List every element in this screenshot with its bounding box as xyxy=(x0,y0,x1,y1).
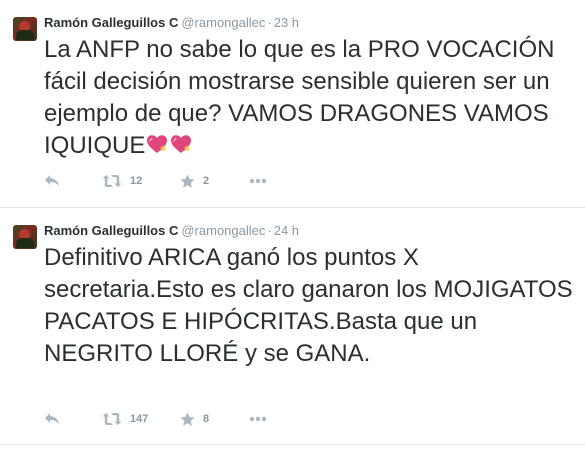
tweet-header: Ramón Galleguillos C @ramongallec · 23 h xyxy=(44,14,299,32)
retweet-count: 147 xyxy=(130,413,149,425)
tweet-header: Ramón Galleguillos C @ramongallec · 24 h xyxy=(44,222,299,240)
reply-button[interactable] xyxy=(44,410,61,428)
tweet-text-body: La ANFP no sabe lo que es la PRO VOCACIÓ… xyxy=(44,36,562,159)
retweet-icon xyxy=(102,413,122,425)
separator-dot: · xyxy=(267,223,272,238)
reply-button[interactable] xyxy=(44,172,61,190)
tweet-actions: 147 8 xyxy=(44,410,344,428)
sparkling-heart-icon xyxy=(147,135,168,153)
favorite-button[interactable]: 8 xyxy=(180,410,209,428)
avatar[interactable] xyxy=(13,17,37,41)
more-dots-icon xyxy=(249,178,267,184)
retweet-count: 12 xyxy=(130,175,143,187)
favorite-star-icon xyxy=(180,412,195,426)
favorite-count: 2 xyxy=(203,175,210,187)
retweet-button[interactable]: 12 xyxy=(102,172,142,190)
avatar[interactable] xyxy=(13,225,37,249)
timestamp[interactable]: 23 h xyxy=(274,15,299,30)
more-dots-icon xyxy=(249,416,267,422)
user-name[interactable]: Ramón Galleguillos C xyxy=(44,223,178,238)
favorite-star-icon xyxy=(180,174,195,188)
reply-icon xyxy=(45,175,59,187)
reply-icon xyxy=(45,413,59,425)
timestamp[interactable]: 24 h xyxy=(274,223,299,238)
tweet-divider xyxy=(0,444,585,445)
favorite-button[interactable]: 2 xyxy=(180,172,209,190)
tweet-actions: 12 2 xyxy=(44,172,344,190)
tweet-text: La ANFP no sabe lo que es la PRO VOCACIÓ… xyxy=(44,34,574,162)
retweet-button[interactable]: 147 xyxy=(102,410,148,428)
more-button[interactable] xyxy=(249,410,267,428)
more-button[interactable] xyxy=(249,172,267,190)
retweet-icon xyxy=(102,175,122,187)
tweet[interactable]: Ramón Galleguillos C @ramongallec · 23 h La… xyxy=(0,0,585,207)
separator-dot: · xyxy=(267,15,272,30)
user-handle[interactable]: @ramongallec xyxy=(181,223,265,238)
user-name[interactable]: Ramón Galleguillos C xyxy=(44,15,178,30)
sparkling-heart-icon xyxy=(171,135,192,153)
tweet-text: Definitivo ARICA ganó los puntos X secre… xyxy=(44,244,580,367)
favorite-count: 8 xyxy=(203,413,210,425)
user-handle[interactable]: @ramongallec xyxy=(181,15,265,30)
tweet[interactable]: Ramón Galleguillos C @ramongallec · 24 h De… xyxy=(0,208,585,444)
